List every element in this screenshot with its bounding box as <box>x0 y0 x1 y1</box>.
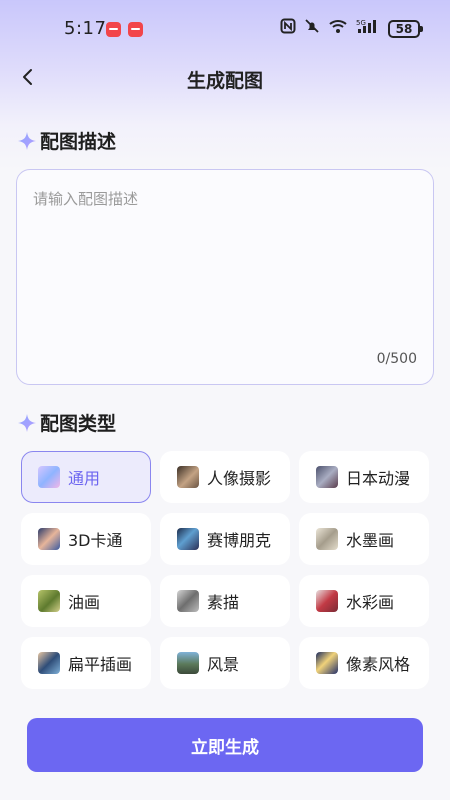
type-option-cyberpunk[interactable]: 赛博朋克 <box>160 513 290 565</box>
type-option-ink-painting[interactable]: 水墨画 <box>299 513 429 565</box>
type-section-title: 配图类型 <box>16 409 116 436</box>
5g-signal-icon: 5G <box>356 18 380 39</box>
status-bar: 5:17 5G 58 <box>0 0 450 58</box>
scroll-fade <box>0 688 450 708</box>
type-option-pixel-style[interactable]: 像素风格 <box>299 637 429 689</box>
sparkle-icon <box>18 413 36 432</box>
type-option-label: 素描 <box>207 593 240 612</box>
generate-button[interactable]: 立即生成 <box>27 718 423 772</box>
gradient-thumbnail-icon <box>38 466 60 488</box>
oil-painting-thumbnail-icon <box>38 590 60 612</box>
sparkle-icon <box>18 131 36 150</box>
type-option-label: 人像摄影 <box>207 469 272 488</box>
watercolor-thumbnail-icon <box>316 590 338 612</box>
type-option-general[interactable]: 通用 <box>21 451 151 503</box>
type-option-label: 风景 <box>207 655 240 674</box>
wifi-icon <box>328 18 348 39</box>
type-option-sketch[interactable]: 素描 <box>160 575 290 627</box>
page-title: 生成配图 <box>186 70 263 92</box>
type-option-flat-illustration[interactable]: 扁平插画 <box>21 637 151 689</box>
flat-illustration-thumbnail-icon <box>38 652 60 674</box>
type-option-label: 3D卡通 <box>68 531 123 550</box>
type-option-anime[interactable]: 日本动漫 <box>299 451 429 503</box>
ink-painting-thumbnail-icon <box>316 528 338 550</box>
battery-indicator: 58 <box>388 19 423 38</box>
type-option-oil-painting[interactable]: 油画 <box>21 575 151 627</box>
cartoon-thumbnail-icon <box>38 528 60 550</box>
anime-thumbnail-icon <box>316 466 338 488</box>
type-option-watercolor[interactable]: 水彩画 <box>299 575 429 627</box>
app-notification-icon <box>128 22 143 37</box>
landscape-thumbnail-icon <box>177 652 199 674</box>
status-time: 5:17 <box>64 18 107 39</box>
description-box: 0/500 <box>16 169 434 385</box>
portrait-thumbnail-icon <box>177 466 199 488</box>
svg-text:5G: 5G <box>356 19 366 27</box>
description-input[interactable] <box>33 188 419 348</box>
type-option-label: 扁平插画 <box>68 655 133 674</box>
character-counter: 0/500 <box>376 351 417 367</box>
type-option-3d-cartoon[interactable]: 3D卡通 <box>21 513 151 565</box>
app-notification-icon <box>106 22 121 37</box>
type-option-label: 水墨画 <box>346 531 395 550</box>
type-option-landscape[interactable]: 风景 <box>160 637 290 689</box>
type-option-label: 日本动漫 <box>346 469 411 488</box>
type-section-label: 配图类型 <box>40 413 117 435</box>
cyberpunk-thumbnail-icon <box>177 528 199 550</box>
sketch-thumbnail-icon <box>177 590 199 612</box>
type-option-label: 水彩画 <box>346 593 395 612</box>
nfc-icon <box>280 18 296 39</box>
type-option-label: 像素风格 <box>346 655 411 674</box>
description-section-title: 配图描述 <box>16 127 116 154</box>
status-icons: 5G 58 <box>280 18 423 39</box>
header: 生成配图 <box>0 56 450 100</box>
pixel-style-thumbnail-icon <box>316 652 338 674</box>
type-option-label: 通用 <box>68 469 101 488</box>
type-option-label: 赛博朋克 <box>207 531 272 550</box>
type-option-portrait[interactable]: 人像摄影 <box>160 451 290 503</box>
description-section-label: 配图描述 <box>40 131 117 153</box>
mute-icon <box>304 18 320 39</box>
type-option-label: 油画 <box>68 593 101 612</box>
